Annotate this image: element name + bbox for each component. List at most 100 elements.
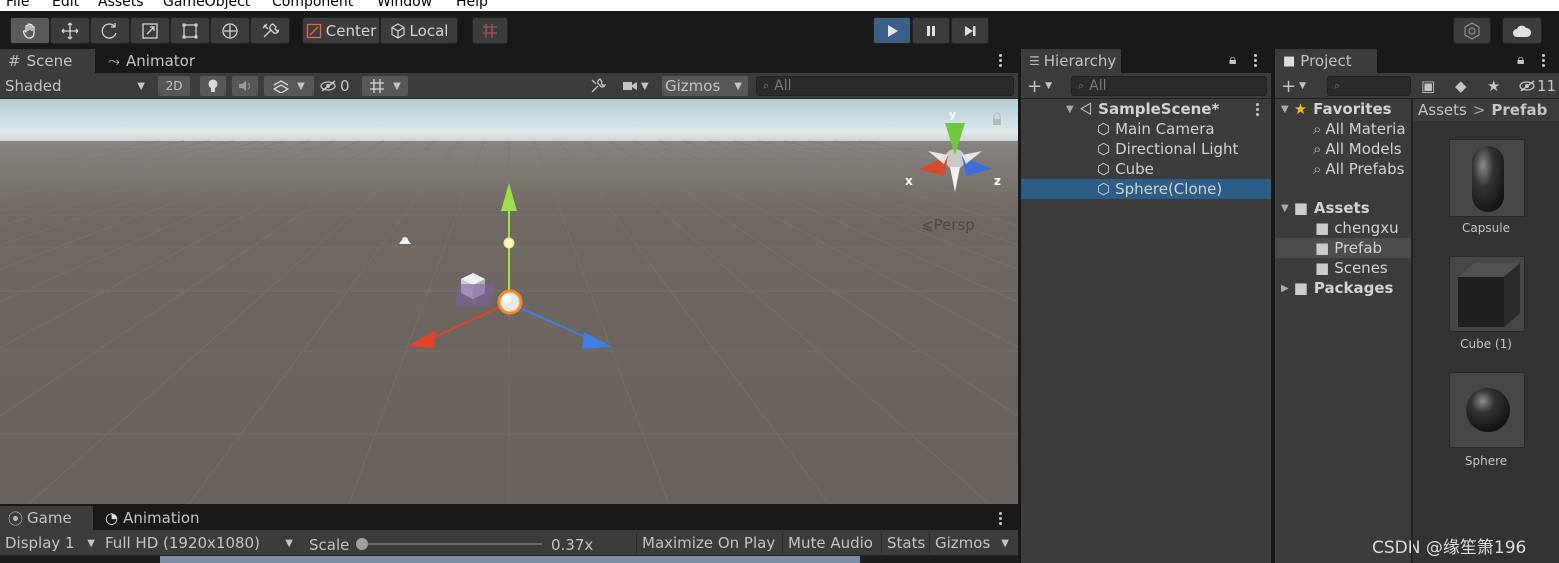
display-dropdown[interactable]: Display 1 ▼ bbox=[5, 533, 97, 553]
folder-item-selected[interactable]: ■ Prefab bbox=[1275, 238, 1411, 258]
rect-icon bbox=[182, 23, 198, 38]
divider[interactable] bbox=[1018, 49, 1021, 563]
assets-row[interactable]: ▼ ■ Assets bbox=[1275, 198, 1411, 218]
tab-project[interactable]: ■ Project bbox=[1275, 49, 1377, 73]
camera-dropdown[interactable]: ▼ bbox=[622, 76, 658, 96]
asset-tile[interactable] bbox=[1449, 256, 1525, 332]
hierarchy-search-input[interactable]: ⌕ All bbox=[1071, 76, 1267, 96]
hierarchy-menu-icon[interactable] bbox=[1254, 54, 1258, 69]
asset-tile[interactable] bbox=[1449, 372, 1525, 448]
breadcrumb-separator: > bbox=[1472, 101, 1486, 119]
menu-window[interactable]: Window bbox=[377, 0, 432, 10]
hand-tool-button[interactable] bbox=[10, 17, 50, 44]
scale-slider-track[interactable] bbox=[356, 543, 542, 545]
asset-tile[interactable] bbox=[1449, 139, 1525, 217]
hierarchy-add-button[interactable]: + ▼ bbox=[1027, 75, 1061, 97]
divider[interactable] bbox=[0, 504, 1018, 506]
breadcrumb-root[interactable]: Assets bbox=[1418, 101, 1467, 119]
mode-2d-toggle[interactable]: 2D bbox=[158, 76, 190, 96]
favorite-item[interactable]: ⌕ All Models bbox=[1275, 139, 1411, 159]
menu-file[interactable]: File bbox=[6, 0, 29, 10]
play-icon bbox=[888, 24, 898, 37]
pause-button[interactable] bbox=[912, 17, 950, 44]
packages-row[interactable]: ▶ ■ Packages bbox=[1275, 278, 1411, 298]
scene-menu-icon[interactable] bbox=[999, 54, 1003, 69]
project-hidden-toggle[interactable]: 11 bbox=[1519, 76, 1559, 96]
hidden-objects-toggle[interactable]: 0 bbox=[320, 76, 360, 96]
menu-component[interactable]: Component bbox=[272, 0, 353, 10]
tab-game[interactable]: ⦿ Game bbox=[0, 506, 93, 530]
lighting-toggle[interactable] bbox=[200, 76, 226, 96]
filter-type-button[interactable]: ▣ bbox=[1421, 76, 1441, 96]
divider[interactable] bbox=[1271, 49, 1275, 563]
grid-snap-button[interactable] bbox=[472, 17, 508, 44]
local-label: Local bbox=[409, 21, 449, 40]
hierarchy-item[interactable]: ⬡ Main Camera bbox=[1021, 119, 1271, 139]
persp-label[interactable]: ⩽Persp bbox=[921, 216, 975, 234]
grid-dropdown[interactable]: ▼ bbox=[362, 76, 408, 96]
shading-mode-dropdown[interactable]: Shaded ▼ bbox=[5, 76, 147, 96]
audio-toggle[interactable] bbox=[232, 76, 258, 96]
step-button[interactable] bbox=[951, 17, 989, 44]
chevron-down-icon: ▼ bbox=[734, 80, 742, 92]
tab-hierarchy[interactable]: ☰ Hierarchy bbox=[1021, 49, 1121, 73]
chevron-down-icon: ▼ bbox=[1299, 81, 1307, 91]
breadcrumb-current[interactable]: Prefab bbox=[1491, 101, 1547, 119]
scene-search-input[interactable]: ⌕ All bbox=[756, 76, 1014, 96]
resolution-dropdown[interactable]: Full HD (1920x1080) ▼ bbox=[105, 533, 295, 553]
favorites-row[interactable]: ▼ ★ Favorites bbox=[1275, 99, 1411, 119]
pivot-local-button[interactable]: Local bbox=[380, 17, 458, 44]
hierarchy-item[interactable]: ⬡ Directional Light bbox=[1021, 139, 1271, 159]
scale-tool-button[interactable] bbox=[130, 17, 170, 44]
plus-icon: + bbox=[1027, 75, 1043, 97]
collab-button[interactable] bbox=[1453, 17, 1491, 44]
gizmos-dropdown[interactable]: Gizmos ▼ bbox=[662, 76, 748, 96]
custom-tool-button[interactable] bbox=[250, 17, 290, 44]
project-menu-icon[interactable] bbox=[1542, 54, 1546, 69]
project-hidden-count: 11 bbox=[1537, 77, 1557, 95]
cloud-button[interactable] bbox=[1502, 17, 1542, 44]
menu-gameobject[interactable]: GameObject bbox=[163, 0, 250, 10]
scene-kebab-icon[interactable] bbox=[1256, 103, 1260, 118]
scene-tools-button[interactable] bbox=[590, 76, 612, 96]
tab-animator[interactable]: ⤳ Animator bbox=[100, 49, 210, 73]
scale-slider-thumb[interactable] bbox=[356, 538, 368, 550]
menu-edit[interactable]: Edit bbox=[52, 0, 79, 10]
favorite-item[interactable]: ⌕ All Materia bbox=[1275, 119, 1411, 139]
maximize-on-play-button[interactable]: Maximize On Play bbox=[636, 533, 780, 553]
sky bbox=[0, 99, 1018, 141]
gameobject-cube-icon: ⬡ bbox=[1097, 120, 1111, 138]
star-icon: ★ bbox=[1487, 77, 1501, 95]
effects-dropdown[interactable]: ▼ bbox=[264, 76, 314, 96]
folder-item[interactable]: ■ Scenes bbox=[1275, 258, 1411, 278]
mute-audio-button[interactable]: Mute Audio bbox=[782, 533, 878, 553]
favorite-button[interactable]: ★ bbox=[1487, 76, 1507, 96]
scene-viewport[interactable]: y x z ⩽Persp bbox=[0, 99, 1018, 504]
stats-button[interactable]: Stats bbox=[881, 533, 929, 553]
favorite-item[interactable]: ⌕ All Prefabs bbox=[1275, 159, 1411, 179]
hierarchy-item-selected[interactable]: ⬡ Sphere(Clone) bbox=[1021, 179, 1271, 199]
tab-animation[interactable]: ◔ Animation bbox=[97, 506, 207, 530]
divider[interactable] bbox=[1411, 99, 1413, 563]
transform-tool-button[interactable] bbox=[210, 17, 250, 44]
project-add-button[interactable]: + ▼ bbox=[1281, 76, 1315, 97]
menu-assets[interactable]: Assets bbox=[98, 0, 144, 10]
game-menu-icon[interactable] bbox=[999, 512, 1003, 527]
folder-item[interactable]: ■ chengxu bbox=[1275, 218, 1411, 238]
move-tool-button[interactable] bbox=[50, 17, 90, 44]
play-button[interactable] bbox=[873, 17, 911, 44]
pivot-center-button[interactable]: Center bbox=[302, 17, 380, 44]
game-gizmos-dropdown[interactable]: Gizmos ▼ bbox=[929, 533, 1015, 553]
filter-label-button[interactable]: ◆ bbox=[1455, 76, 1475, 96]
gamepad-icon: ⦿ bbox=[8, 509, 24, 528]
menu-help[interactable]: Help bbox=[456, 0, 488, 10]
rotate-tool-button[interactable] bbox=[90, 17, 130, 44]
rect-tool-button[interactable] bbox=[170, 17, 210, 44]
game-view[interactable] bbox=[0, 556, 1018, 563]
scene-root-row[interactable]: ▼ ⨞ SampleScene* bbox=[1021, 99, 1271, 119]
hierarchy-item[interactable]: ⬡ Cube bbox=[1021, 159, 1271, 179]
lock-icon[interactable]: 🔒︎ bbox=[1229, 52, 1236, 68]
project-search-input[interactable]: ⌕ bbox=[1327, 76, 1411, 96]
lock-icon[interactable]: 🔒︎ bbox=[1517, 52, 1524, 68]
tab-scene[interactable]: # Scene bbox=[0, 49, 95, 73]
